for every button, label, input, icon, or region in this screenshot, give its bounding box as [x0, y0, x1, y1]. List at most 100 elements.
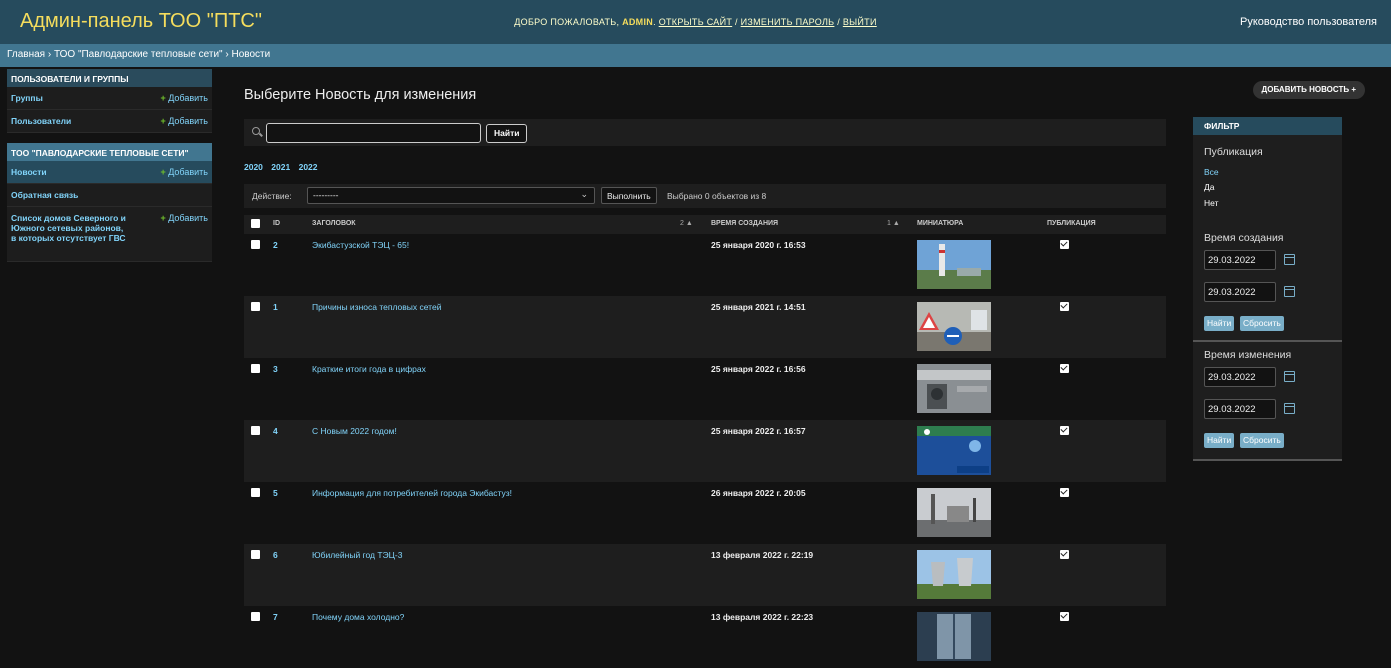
changed-from-input[interactable]: 29.03.2022 [1204, 367, 1276, 387]
filter-changed-search-button[interactable]: Найти [1204, 433, 1235, 448]
row-id[interactable]: 6 [273, 550, 278, 560]
sort-indicator-thumb[interactable]: 1 ▲ [887, 220, 900, 227]
calendar-icon[interactable] [1284, 371, 1295, 382]
row-id[interactable]: 1 [273, 302, 278, 312]
row-checkbox[interactable] [251, 240, 260, 249]
thumbnail-plant [917, 488, 991, 537]
row-id[interactable]: 4 [273, 426, 278, 436]
column-published[interactable]: ПУБЛИКАЦИЯ [1047, 220, 1096, 227]
published-check-icon [1060, 302, 1069, 311]
row-created: 13 февраля 2022 г. 22:19 [711, 550, 814, 560]
add-link[interactable]: + Добавить [160, 116, 208, 126]
logout-link[interactable]: ВЫЙТИ [843, 17, 877, 27]
created-from-input[interactable]: 29.03.2022 [1204, 250, 1276, 270]
filter-created-reset-button[interactable]: Сбросить [1240, 316, 1284, 331]
sidebar-item-label[interactable]: Пользователи [11, 116, 71, 126]
plus-icon: + [160, 116, 166, 126]
sidebar-item-houses[interactable]: Список домов Северного и Южного сетевых … [7, 207, 212, 262]
row-id[interactable]: 2 [273, 240, 278, 250]
add-link[interactable]: + Добавить [160, 167, 208, 177]
filter-changed-title: Время изменения [1204, 349, 1292, 361]
result-table: ID ЗАГОЛОВОК 2 ▲ ВРЕМЯ СОЗДАНИЯ 1 ▲ МИНИ… [244, 215, 1166, 668]
thumbnail-window [917, 612, 991, 661]
module-caption-auth[interactable]: ПОЛЬЗОВАТЕЛИ И ГРУППЫ [7, 69, 212, 87]
action-select[interactable]: --------- ⌄ [307, 187, 595, 204]
row-id[interactable]: 7 [273, 612, 278, 622]
row-created: 26 января 2022 г. 20:05 [711, 488, 806, 498]
breadcrumb[interactable]: Главная › ТОО "Павлодарские тепловые сет… [0, 44, 1391, 67]
row-id[interactable]: 5 [273, 488, 278, 498]
calendar-icon[interactable] [1284, 286, 1295, 297]
date-hierarchy-2020[interactable]: 2020 [244, 162, 263, 172]
actions-bar: Действие: --------- ⌄ Выполнить Выбрано … [244, 184, 1166, 208]
filter-created-search-button[interactable]: Найти [1204, 316, 1235, 331]
column-created[interactable]: ВРЕМЯ СОЗДАНИЯ [711, 220, 778, 227]
sidebar-item-users[interactable]: Пользователи + Добавить [7, 110, 212, 133]
filter-option-yes[interactable]: Да [1204, 182, 1214, 192]
view-site-link[interactable]: ОТКРЫТЬ САЙТ [659, 17, 733, 27]
filter-option-all[interactable]: Все [1204, 167, 1219, 177]
filter-divider [1193, 340, 1342, 342]
user-tools: ДОБРО ПОЖАЛОВАТЬ, ADMIN. ОТКРЫТЬ САЙТ / … [514, 17, 877, 27]
sort-indicator-created[interactable]: 2 ▲ [680, 220, 693, 227]
table-header: ID ЗАГОЛОВОК 2 ▲ ВРЕМЯ СОЗДАНИЯ 1 ▲ МИНИ… [244, 215, 1166, 234]
column-title[interactable]: ЗАГОЛОВОК [312, 220, 356, 227]
row-checkbox[interactable] [251, 302, 260, 311]
change-password-link[interactable]: ИЗМЕНИТЬ ПАРОЛЬ [741, 17, 835, 27]
table-row: 5 Информация для потребителей города Эки… [244, 482, 1166, 544]
filter-title: ФИЛЬТР [1193, 117, 1342, 135]
chevron-down-icon: ⌄ [580, 189, 588, 199]
row-title-link[interactable]: Краткие итоги года в цифрах [312, 364, 426, 374]
username: ADMIN [622, 17, 654, 27]
search-icon [252, 127, 260, 135]
search-button[interactable]: Найти [486, 124, 528, 143]
filter-changed-reset-button[interactable]: Сбросить [1240, 433, 1284, 448]
row-checkbox[interactable] [251, 488, 260, 497]
row-title-link[interactable]: С Новым 2022 годом! [312, 426, 397, 436]
column-id[interactable]: ID [273, 220, 280, 227]
row-checkbox[interactable] [251, 426, 260, 435]
sidebar-item-label[interactable]: Список домов Северного и Южного сетевых … [11, 213, 126, 243]
column-thumbnail[interactable]: МИНИАТЮРА [917, 220, 963, 227]
published-check-icon [1060, 550, 1069, 559]
row-title-link[interactable]: Юбилейный год ТЭЦ-3 [312, 550, 402, 560]
changed-to-input[interactable]: 29.03.2022 [1204, 399, 1276, 419]
calendar-icon[interactable] [1284, 403, 1295, 414]
row-created: 25 января 2020 г. 16:53 [711, 240, 806, 250]
main-content: Выберите Новость для изменения ДОБАВИТЬ … [232, 67, 1391, 668]
add-news-button[interactable]: ДОБАВИТЬ НОВОСТЬ + [1252, 81, 1365, 99]
filter-created-title: Время создания [1204, 232, 1284, 244]
sidebar-item-label[interactable]: Новости [11, 167, 47, 177]
welcome-text: ДОБРО ПОЖАЛОВАТЬ, [514, 17, 620, 27]
row-title-link[interactable]: Причины износа тепловых сетей [312, 302, 441, 312]
thumbnail-cooling-towers [917, 550, 991, 599]
run-action-button[interactable]: Выполнить [601, 187, 657, 204]
add-link[interactable]: + Добавить [160, 213, 208, 223]
sidebar-item-feedback[interactable]: Обратная связь [7, 184, 212, 207]
sidebar-item-news[interactable]: Новости + Добавить [7, 161, 212, 184]
created-to-input[interactable]: 29.03.2022 [1204, 282, 1276, 302]
sidebar-item-label[interactable]: Группы [11, 93, 43, 103]
row-title-link[interactable]: Почему дома холодно? [312, 612, 404, 622]
row-checkbox[interactable] [251, 612, 260, 621]
search-input[interactable] [266, 123, 481, 143]
table-row: 1 Причины износа тепловых сетей 25 январ… [244, 296, 1166, 358]
calendar-icon[interactable] [1284, 254, 1295, 265]
filter-publication-title: Публикация [1204, 146, 1263, 158]
date-hierarchy-2022[interactable]: 2022 [299, 162, 318, 172]
filter-option-no[interactable]: Нет [1204, 198, 1218, 208]
thumbnail-new-year [917, 426, 991, 475]
sidebar-item-label[interactable]: Обратная связь [11, 190, 78, 200]
row-title-link[interactable]: Экибастузской ТЭЦ - 65! [312, 240, 409, 250]
module-caption-pts[interactable]: ТОО "ПАВЛОДАРСКИЕ ТЕПЛОВЫЕ СЕТИ" [7, 143, 212, 161]
sidebar-item-groups[interactable]: Группы + Добавить [7, 87, 212, 110]
row-id[interactable]: 3 [273, 364, 278, 374]
published-check-icon [1060, 364, 1069, 373]
row-checkbox[interactable] [251, 550, 260, 559]
row-title-link[interactable]: Информация для потребителей города Экиба… [312, 488, 512, 498]
user-manual-link[interactable]: Руководство пользователя [1240, 16, 1377, 28]
row-checkbox[interactable] [251, 364, 260, 373]
select-all-checkbox[interactable] [251, 219, 260, 228]
date-hierarchy-2021[interactable]: 2021 [271, 162, 290, 172]
add-link[interactable]: + Добавить [160, 93, 208, 103]
